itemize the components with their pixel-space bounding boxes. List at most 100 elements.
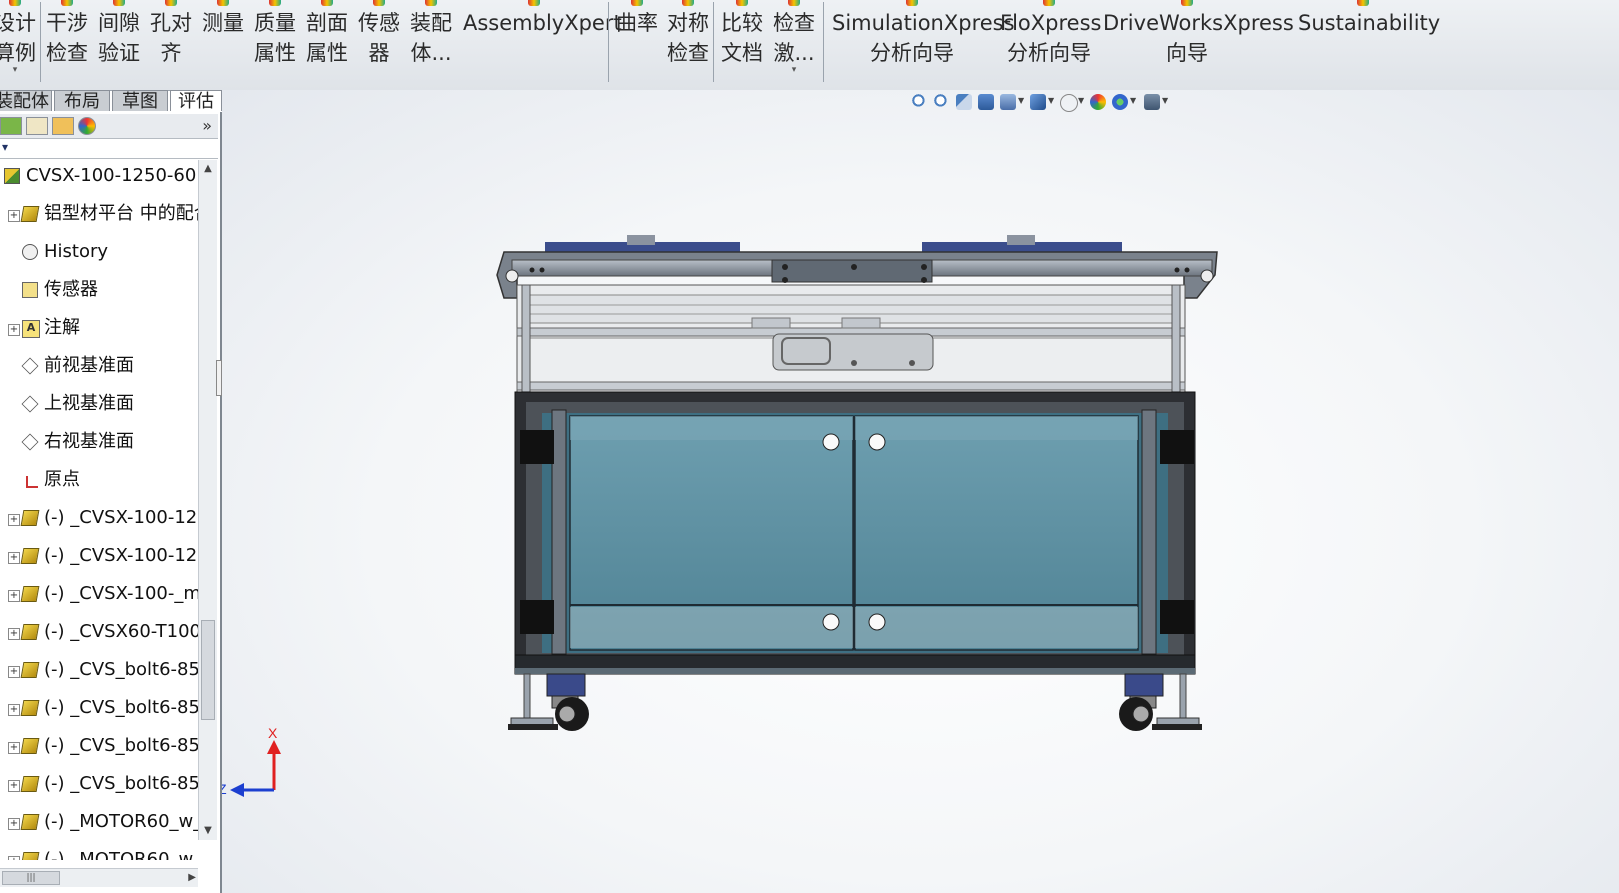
curvature-button[interactable]: 曲率 — [614, 0, 660, 88]
assembly-icon — [4, 168, 20, 184]
plane-icon — [21, 395, 39, 413]
tree-node-label: CVSX-100-1250-60 — [26, 165, 197, 186]
cabinet-glass-doors[interactable] — [569, 415, 1139, 651]
expand-toggle-icon[interactable]: + — [8, 856, 20, 860]
compare-documents-label: 比较 文档 — [721, 11, 763, 65]
expand-toggle-icon[interactable]: + — [8, 742, 20, 754]
tree-node[interactable]: + (-) _CVSX60-T1000 — [0, 616, 198, 652]
scroll-down-arrow-icon[interactable]: ▼ — [199, 822, 217, 840]
tree-horizontal-scrollbar[interactable]: ||| ▶ — [0, 868, 198, 887]
tree-node[interactable]: 前视基准面 — [0, 350, 198, 386]
design-study-dropdown-icon[interactable]: ▾ — [13, 55, 18, 85]
tree-node[interactable]: + (-) _CVS_bolt6-85 — [0, 692, 198, 728]
tree-node-label: 传感器 — [44, 279, 98, 300]
tree-node[interactable]: + (-) _MOTOR60_w_ — [0, 844, 198, 860]
measure-button[interactable]: 测量 — [200, 0, 246, 88]
horizontal-scroll-thumb[interactable]: ||| — [2, 871, 60, 885]
tree-node[interactable]: + (-) _MOTOR60_w_ — [0, 806, 198, 842]
feature-tree: CVSX-100-1250-60 + 铝型材平台 中的配合 History 传感器 + A 注… — [0, 160, 198, 860]
tree-node[interactable]: + A 注解 — [0, 312, 198, 348]
expand-toggle-icon[interactable]: + — [8, 210, 20, 222]
tree-node-label: (-) _CVSX-100-1250 — [44, 545, 198, 566]
mass-properties-icon — [269, 0, 281, 6]
graphics-viewport[interactable]: ▼ ▼ ▼ ▼ ▼ X Z — [222, 90, 1619, 893]
part-icon — [20, 738, 40, 754]
tree-node-label: (-) _MOTOR60_w_ — [44, 849, 198, 860]
assemblyxpert-button[interactable]: AssemblyXpert — [463, 0, 622, 88]
tab-assembly[interactable]: 装配体 — [0, 90, 52, 111]
tree-node[interactable]: 右视基准面 — [0, 426, 198, 462]
tree-node-label: (-) _CVSX-100-1250 — [44, 507, 198, 528]
tab-layout[interactable]: 布局 — [54, 90, 110, 111]
check-active-button[interactable]: 检查 激... ▾ — [771, 0, 817, 88]
assemblyxpert-icon — [528, 0, 540, 6]
top-mounting-plates — [545, 235, 1122, 252]
interference-check-button[interactable]: 干涉 检查 — [44, 0, 90, 88]
expand-toggle-icon[interactable]: + — [8, 324, 20, 336]
expand-toggle-icon[interactable]: + — [8, 818, 20, 830]
section-properties-button[interactable]: 剖面 属性 — [304, 0, 350, 88]
vertical-scroll-thumb[interactable] — [201, 620, 215, 720]
expand-toggle-icon[interactable]: + — [8, 704, 20, 716]
driveworksxpress-label: DriveWorksXpress 向导 — [1103, 11, 1294, 65]
filter-icon[interactable]: ▾ — [2, 140, 8, 154]
expand-toggle-icon[interactable]: + — [8, 628, 20, 640]
design-study-button[interactable]: 设计 算例 ▾ — [0, 0, 36, 88]
assembly-visualization-icon — [425, 0, 437, 6]
tree-node[interactable]: + (-) _CVS_bolt6-85 — [0, 768, 198, 804]
origin-icon — [26, 476, 38, 488]
scroll-right-arrow-icon[interactable]: ▶ — [188, 869, 196, 887]
expand-toggle-icon[interactable]: + — [8, 780, 20, 792]
hole-alignment-icon — [165, 0, 177, 6]
expand-toggle-icon[interactable]: + — [8, 590, 20, 602]
history-icon — [22, 244, 38, 260]
clearance-verification-button[interactable]: 间隙 验证 — [96, 0, 142, 88]
symmetry-check-button[interactable]: 对称 检查 — [665, 0, 711, 88]
symmetry-check-icon — [682, 0, 694, 6]
tree-vertical-scrollbar[interactable]: ▲ ▼ — [198, 160, 217, 840]
assembly-visualization-button[interactable]: 装配 体... — [408, 0, 454, 88]
tree-node[interactable]: + (-) _CVS_bolt6-85 — [0, 730, 198, 766]
appearance-tab-icon[interactable] — [78, 117, 96, 135]
expand-toggle-icon[interactable]: + — [8, 552, 20, 564]
feature-tree-tab-icon[interactable] — [0, 117, 22, 135]
compare-documents-button[interactable]: 比较 文档 — [719, 0, 765, 88]
mass-properties-button[interactable]: 质量 属性 — [252, 0, 298, 88]
configuration-manager-tab-icon[interactable] — [52, 117, 74, 135]
part-icon — [20, 814, 40, 830]
hole-alignment-button[interactable]: 孔对 齐 — [148, 0, 194, 88]
simulationxpress-button[interactable]: SimulationXpress 分析向导 — [832, 0, 1015, 88]
expand-panel-icon[interactable]: » — [202, 114, 212, 138]
scroll-up-arrow-icon[interactable]: ▲ — [199, 160, 217, 178]
floxpress-button[interactable]: FloXpress 分析向导 — [1000, 0, 1102, 88]
tree-node[interactable]: History — [0, 236, 198, 272]
ribbon-separator — [40, 2, 41, 82]
tree-root-assembly[interactable]: CVSX-100-1250-60 — [0, 160, 198, 196]
tree-node-label: (-) _CVS_bolt6-85 — [44, 697, 198, 718]
tree-node[interactable]: 上视基准面 — [0, 388, 198, 424]
tree-node[interactable]: + (-) _CVSX-100-1250 — [0, 502, 198, 538]
tree-node[interactable]: + (-) _CVSX-100-1250 — [0, 540, 198, 576]
sustainability-button[interactable]: Sustainability — [1298, 0, 1440, 88]
expand-toggle-icon[interactable]: + — [8, 514, 20, 526]
floxpress-label: FloXpress 分析向导 — [1000, 11, 1102, 65]
property-manager-tab-icon[interactable] — [26, 117, 48, 135]
part-icon — [20, 624, 40, 640]
tree-filter-row[interactable]: ▾ — [0, 140, 218, 159]
tree-node[interactable]: + 铝型材平台 中的配合 — [0, 198, 198, 234]
tree-node[interactable]: + (-) _CVS_bolt6-85 — [0, 654, 198, 690]
design-study-label: 设计 算例 — [0, 11, 36, 65]
tab-evaluate[interactable]: 评估 — [170, 90, 222, 111]
expand-toggle-icon[interactable]: + — [8, 666, 20, 678]
tree-node-label: (-) _CVS_bolt6-85 — [44, 773, 198, 794]
tab-sketch[interactable]: 草图 — [112, 90, 168, 111]
tree-node[interactable]: 传感器 — [0, 274, 198, 310]
ribbon-separator — [608, 2, 609, 82]
driveworksxpress-button[interactable]: DriveWorksXpress 向导 — [1103, 0, 1294, 88]
assembly-model-front-view[interactable] — [222, 90, 1619, 893]
check-active-dropdown-icon[interactable]: ▾ — [792, 55, 797, 85]
tree-node-label: 铝型材平台 中的配合 — [44, 203, 198, 224]
tree-node[interactable]: + (-) _CVSX-100-_mo — [0, 578, 198, 614]
tree-node[interactable]: 原点 — [0, 464, 198, 500]
sensor-button[interactable]: 传感 器 — [356, 0, 402, 88]
